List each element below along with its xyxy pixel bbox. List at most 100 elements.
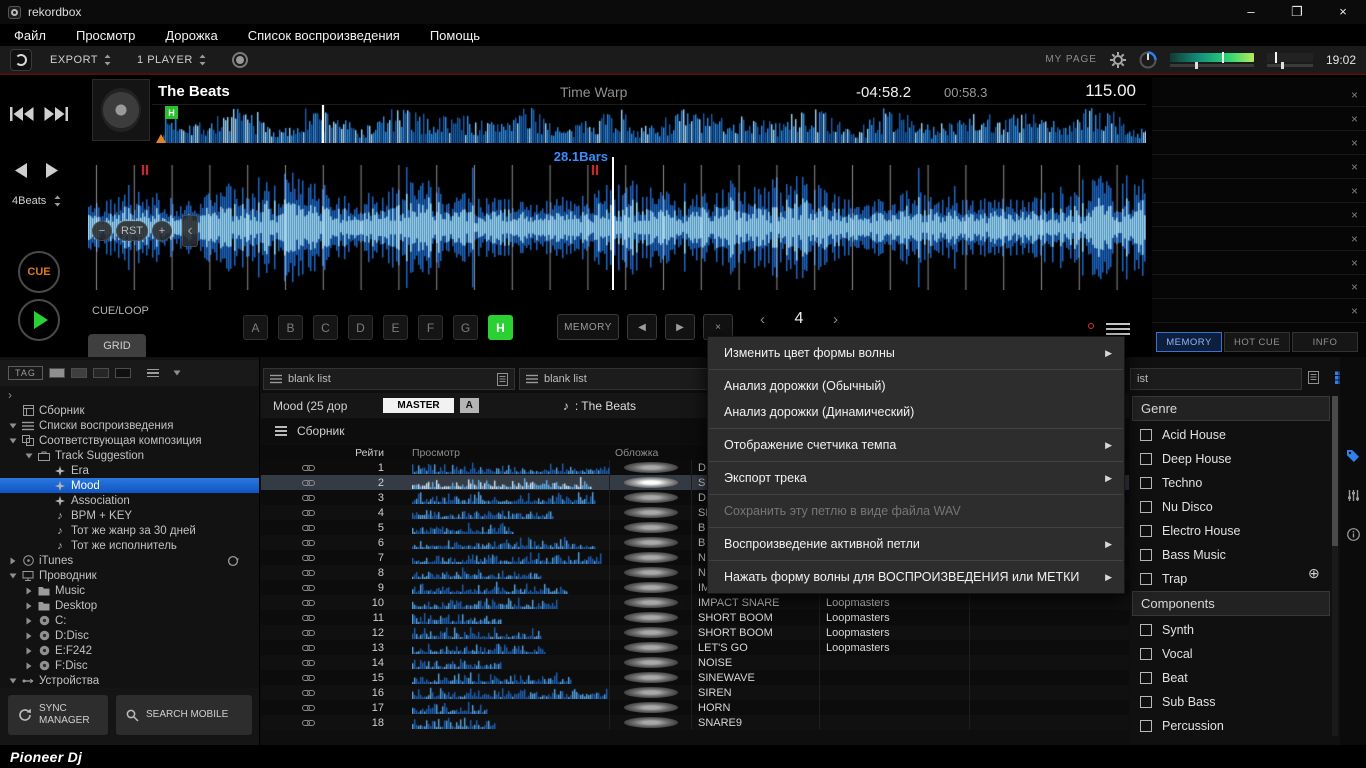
menubar-item-2[interactable]: Дорожка — [165, 28, 217, 43]
track-preview[interactable] — [386, 700, 610, 715]
preview-waveform[interactable] — [412, 476, 610, 489]
track-preview[interactable] — [386, 460, 610, 475]
track-preview[interactable] — [386, 565, 610, 580]
memory-row[interactable]: × — [1152, 299, 1366, 323]
preview-waveform[interactable] — [412, 521, 610, 534]
filter-knob-icon[interactable] — [1139, 51, 1157, 69]
checkbox-unchecked[interactable] — [1140, 624, 1152, 636]
preview-waveform[interactable] — [412, 461, 610, 474]
player-count-dropdown[interactable]: 1 PLAYER — [129, 54, 214, 66]
genre-bass-music[interactable]: Bass Music — [1132, 543, 1330, 567]
preview-waveform[interactable] — [412, 671, 610, 684]
my-page-link[interactable]: MY PAGE — [1045, 54, 1097, 65]
sliders-icon[interactable] — [1347, 489, 1360, 502]
panel-collapse-handle[interactable]: ‹ — [182, 215, 198, 247]
checkbox-unchecked[interactable] — [1140, 696, 1152, 708]
zoom-in-button[interactable]: + — [152, 221, 172, 241]
delete-icon[interactable]: × — [1351, 160, 1358, 174]
tree-item-16[interactable]: E:F242 — [0, 643, 259, 658]
caret-down-icon[interactable] — [8, 678, 17, 684]
delete-icon[interactable]: × — [1351, 280, 1358, 294]
memory-next-button[interactable]: ▶ — [665, 314, 695, 340]
context-menu-item-3[interactable]: Отображение счетчика темпа▶ — [708, 432, 1124, 458]
maximize-button[interactable]: ❐ — [1274, 0, 1320, 24]
track-preview[interactable] — [386, 520, 610, 535]
context-menu-item-0[interactable]: Изменить цвет формы волны▶ — [708, 340, 1124, 366]
preview-waveform[interactable] — [412, 596, 610, 609]
rekordbox-icon[interactable] — [10, 49, 32, 71]
checkbox-unchecked[interactable] — [1140, 477, 1152, 489]
tab-hot-cue[interactable]: HOT CUE — [1224, 332, 1290, 352]
chevron-down-icon[interactable] — [173, 370, 181, 376]
genre-deep-house[interactable]: Deep House — [1132, 447, 1330, 471]
page-icon[interactable] — [1308, 371, 1319, 384]
checkbox-unchecked[interactable] — [1140, 648, 1152, 660]
hot-cue-h-marker[interactable]: H — [165, 106, 178, 119]
export-mode-dropdown[interactable]: EXPORT — [42, 54, 119, 66]
tree-item-12[interactable]: Music — [0, 583, 259, 598]
page-icon[interactable] — [497, 373, 508, 386]
sync-manager-button[interactable]: SYNC MANAGER — [8, 695, 108, 735]
checkbox-unchecked[interactable] — [1140, 672, 1152, 684]
tree-item-9[interactable]: ♪Тот же исполнитель — [0, 538, 259, 553]
track-preview[interactable] — [386, 505, 610, 520]
checkbox-unchecked[interactable] — [1140, 429, 1152, 441]
sidebar-expander[interactable]: › — [8, 388, 12, 402]
checkbox-unchecked[interactable] — [1140, 720, 1152, 732]
tree-item-10[interactable]: iTunes — [0, 553, 259, 568]
preview-waveform[interactable] — [412, 686, 610, 699]
hot-cue-b[interactable]: B — [278, 315, 303, 340]
preview-waveform[interactable] — [412, 626, 610, 639]
master-badge[interactable]: MASTER — [383, 398, 453, 413]
memory-row[interactable]: × — [1152, 83, 1366, 107]
track-preview[interactable] — [386, 640, 610, 655]
delete-icon[interactable]: × — [1351, 232, 1358, 246]
tree-item-0[interactable]: Сборник — [0, 403, 259, 418]
genre-acid-house[interactable]: Acid House — [1132, 423, 1330, 447]
refresh-icon[interactable] — [227, 555, 239, 567]
minimize-button[interactable]: – — [1228, 0, 1274, 24]
delete-icon[interactable]: × — [1351, 184, 1358, 198]
menubar-item-0[interactable]: Файл — [14, 28, 46, 43]
track-preview[interactable] — [386, 475, 610, 490]
track-preview[interactable] — [386, 535, 610, 550]
track-preview[interactable] — [386, 580, 610, 595]
color-swatch-2[interactable] — [71, 368, 87, 378]
tag-button[interactable]: TAG — [8, 366, 43, 380]
tree-item-7[interactable]: ♪BPM + KEY — [0, 508, 259, 523]
settings-gear-icon[interactable] — [1110, 52, 1126, 68]
previous-track-button[interactable] — [10, 107, 34, 121]
delete-icon[interactable]: × — [1351, 112, 1358, 126]
info-icon[interactable] — [1347, 528, 1360, 541]
context-menu-item-1[interactable]: Анализ дорожки (Обычный) — [708, 373, 1124, 399]
track-preview[interactable] — [386, 655, 610, 670]
memory-button[interactable]: MEMORY — [557, 314, 619, 340]
track-preview[interactable] — [386, 595, 610, 610]
memory-row[interactable]: × — [1152, 179, 1366, 203]
caret-right-icon[interactable] — [24, 632, 33, 640]
hot-cue-a[interactable]: A — [243, 315, 268, 340]
grid-button[interactable]: GRID — [88, 334, 146, 357]
preview-waveform[interactable] — [412, 701, 610, 714]
genre-section-header[interactable]: Genre — [1132, 396, 1330, 421]
delete-icon[interactable]: × — [1351, 88, 1358, 102]
track-preview[interactable] — [386, 715, 610, 730]
tab-memory[interactable]: MEMORY — [1156, 332, 1222, 352]
column-preview[interactable]: Просмотр — [386, 445, 610, 460]
track-row[interactable]: 15SINEWAVE — [261, 670, 1129, 685]
column-artwork[interactable]: Обложка — [610, 445, 692, 460]
checkbox-unchecked[interactable] — [1140, 573, 1152, 585]
deck-menu-button[interactable] — [1106, 323, 1130, 335]
search-back-button[interactable] — [14, 163, 27, 178]
track-row[interactable]: 13LET'S GOLoopmasters — [261, 640, 1129, 655]
caret-down-icon[interactable] — [8, 423, 17, 429]
track-preview[interactable] — [386, 685, 610, 700]
track-row[interactable]: 10IMPACT SNARELoopmasters — [261, 595, 1129, 610]
tree-item-17[interactable]: F:Disc — [0, 658, 259, 673]
playlist-tab-3[interactable]: ist — [1130, 368, 1302, 390]
hot-cue-g[interactable]: G — [453, 315, 478, 340]
tree-item-11[interactable]: Проводник — [0, 568, 259, 583]
menubar-item-1[interactable]: Просмотр — [76, 28, 135, 43]
caret-right-icon[interactable] — [24, 602, 33, 610]
context-menu-item-7[interactable]: Нажать форму волны для ВОСПРОИЗВЕДЕНИЯ и… — [708, 564, 1124, 590]
